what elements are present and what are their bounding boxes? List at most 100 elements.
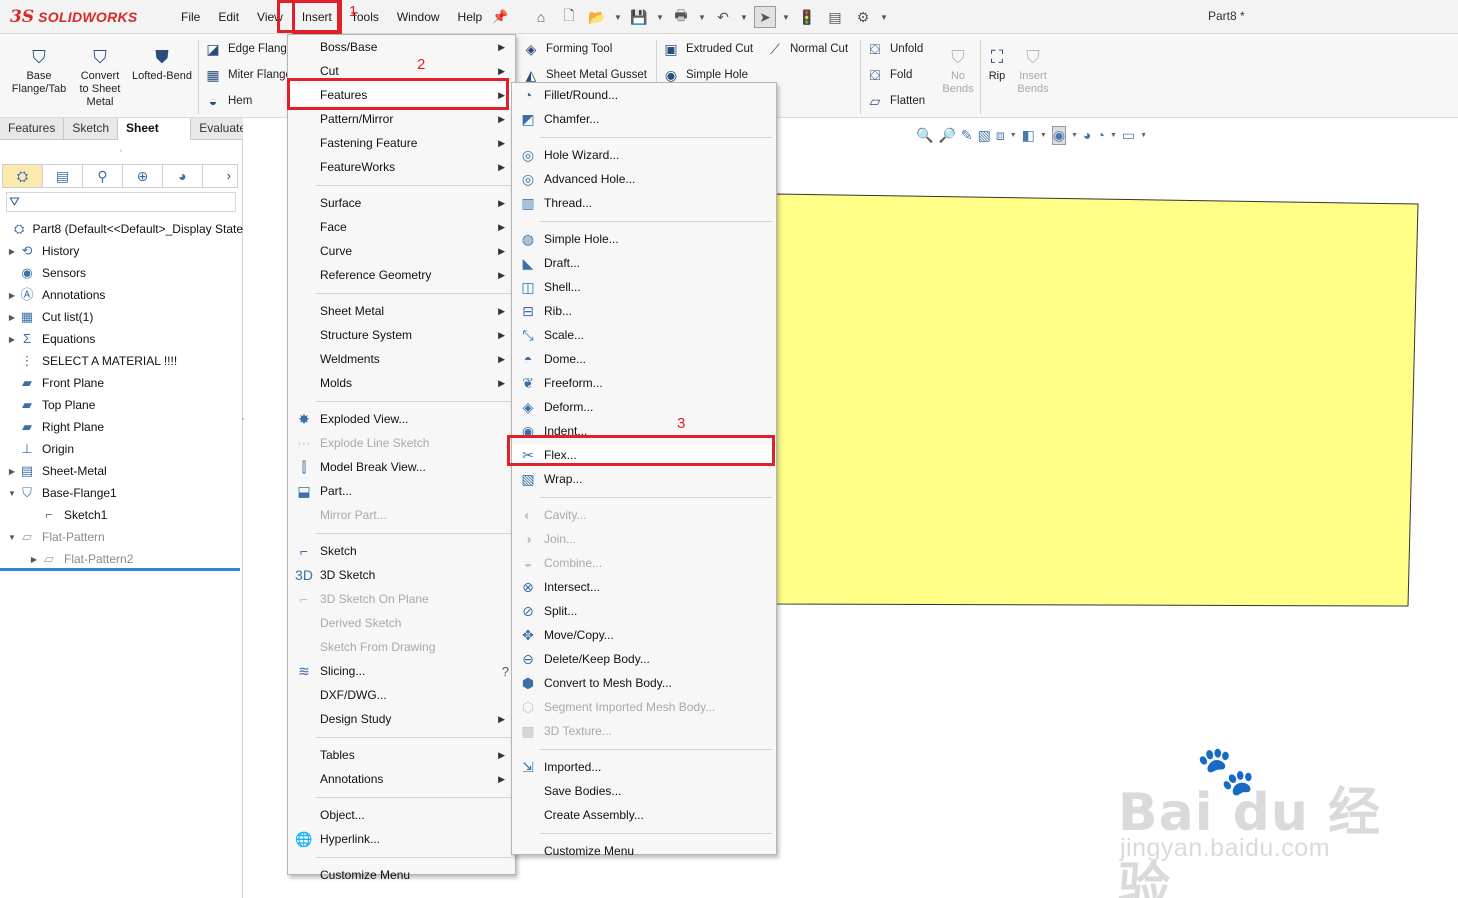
file-properties-icon[interactable]: ▤ [824,6,846,28]
menu-item[interactable]: ▧ Wrap... [512,468,776,490]
view-settings-icon[interactable]: ▭ [1122,127,1135,144]
tree-node[interactable]: ▰ Right Plane [0,416,243,438]
menu-item[interactable]: ⬢ Convert to Mesh Body... [512,672,776,694]
chevron-down-icon[interactable]: ▼ [1140,132,1147,139]
menu-item[interactable]: ⊖ Delete/Keep Body... [512,648,776,670]
menu-file[interactable]: File [172,0,209,34]
feature-manager-tab-icon[interactable]: ⛭ [3,165,43,187]
dimxpert-manager-tab-icon[interactable]: ⊕ [123,165,163,187]
menu-item[interactable]: ≋ Slicing...? [288,660,515,682]
menu-item[interactable]: Sketch From Drawing [288,636,515,658]
select-cursor-icon[interactable]: ➤ [754,6,776,28]
menu-item[interactable]: Boss/Base ▶ [288,36,515,58]
tree-node[interactable]: ⊥ Origin [0,438,243,460]
help-icon[interactable]: ? [502,664,509,679]
insert-bends-button[interactable]: ⛉ Insert Bends [1012,46,1054,96]
chevron-down-icon[interactable]: ▼ [782,13,790,22]
extruded-cut-button[interactable]: ▣ Extruded Cut [662,40,753,58]
tree-node[interactable]: ◉ Sensors [0,262,243,284]
menu-item[interactable]: Weldments ▶ [288,348,515,370]
display-manager-tab-icon[interactable]: ◕ [163,165,203,187]
configuration-manager-tab-icon[interactable]: ⚲ [83,165,123,187]
menu-item[interactable]: Curve ▶ [288,240,515,262]
chevron-down-icon[interactable]: ▼ [698,13,706,22]
menu-item[interactable]: ⤡ Scale... [512,324,776,346]
chevron-down-icon[interactable]: ▼ [656,13,664,22]
tree-node[interactable]: ▶ Ⓐ Annotations [0,284,243,306]
hem-button[interactable]: ◒ Hem [204,92,253,110]
menu-item[interactable]: ⬓ Part... [288,480,515,502]
property-manager-tab-icon[interactable]: ▤ [43,165,83,187]
menu-item[interactable]: ⌐ Sketch [288,540,515,562]
options-gear-icon[interactable]: ⚙ [852,6,874,28]
menu-item[interactable]: Pattern/Mirror ▶ [288,108,515,130]
menu-item[interactable]: ⌐ 3D Sketch On Plane [288,588,515,610]
menu-item[interactable]: Fastening Feature ▶ [288,132,515,154]
lofted-bend-button[interactable]: ⛊ Lofted-Bend [128,46,196,83]
chevron-down-icon[interactable]: ▼ [1010,132,1017,139]
menu-item[interactable]: ⇲ Imported... [512,756,776,778]
print-icon[interactable]: 🖶 [670,6,692,28]
expand-arrow-icon[interactable]: ▶ [6,467,18,476]
menu-item[interactable]: ⊘ Split... [512,600,776,622]
menu-item[interactable]: ◓ Dome... [512,348,776,370]
chevron-down-icon[interactable]: ▼ [614,13,622,22]
menu-item[interactable]: Mirror Part... [288,504,515,526]
base-flange-button[interactable]: ⛉ Base Flange/Tab [8,46,70,96]
convert-to-sheet-metal-button[interactable]: ⛉ Convert to Sheet Metal [72,46,128,109]
menu-item[interactable]: Face ▶ [288,216,515,238]
menu-edit[interactable]: Edit [209,0,248,34]
chevron-down-icon[interactable]: ▼ [1071,132,1078,139]
menu-item[interactable]: ◎ Hole Wizard... [512,144,776,166]
menu-item[interactable]: ◍ Simple Hole... [512,228,776,250]
menu-item[interactable]: ◐ Cavity... [512,504,776,526]
tree-node[interactable]: ▶ ⟲ History [0,240,243,262]
unfold-button[interactable]: ⛋ Unfold [866,40,924,58]
menu-item[interactable]: ⋯ Explode Line Sketch [288,432,515,454]
menu-item[interactable]: DXF/DWG... [288,684,515,706]
normal-cut-button[interactable]: ⟋ Normal Cut [766,40,848,58]
chevron-down-icon[interactable]: ▼ [1040,132,1047,139]
menu-item[interactable]: ⬡ Segment Imported Mesh Body... [512,696,776,718]
view-orientation-icon[interactable]: ⧈ [996,127,1005,144]
edge-flange-button[interactable]: ◪ Edge Flange [204,40,293,58]
menu-window[interactable]: Window [388,0,449,34]
section-view-icon[interactable]: ▧ [978,127,991,144]
menu-item[interactable]: ⫿ Model Break View... [288,456,515,478]
undo-icon[interactable]: ↶ [712,6,734,28]
chevron-down-icon[interactable]: ▼ [740,13,748,22]
tree-node[interactable]: ▼ ▱ Flat-Pattern [0,526,243,548]
tree-node[interactable]: ▶ ▦ Cut list(1) [0,306,243,328]
expand-arrow-icon[interactable]: ▶ [28,555,40,564]
menu-item[interactable]: Sheet Metal ▶ [288,300,515,322]
menu-item[interactable]: Save Bodies... [512,780,776,802]
menu-item[interactable]: ◎ Advanced Hole... [512,168,776,190]
menu-item[interactable]: Annotations ▶ [288,768,515,790]
tree-node[interactable]: ⋮ SELECT A MATERIAL !!!! [0,350,243,372]
menu-item[interactable]: ▩ 3D Texture... [512,720,776,742]
fold-button[interactable]: ⛋ Fold [866,66,913,84]
home-icon[interactable]: ⌂ [530,6,552,28]
menu-item[interactable]: Molds ▶ [288,372,515,394]
chevron-down-icon[interactable]: ▼ [880,13,888,22]
tree-node[interactable]: ▼ ⛉ Base-Flange1 [0,482,243,504]
open-folder-icon[interactable]: 📂 [586,6,608,28]
menu-item[interactable]: ▥ Thread... [512,192,776,214]
pin-icon[interactable]: 📌 [492,9,508,25]
no-bends-button[interactable]: ⛉ No Bends [938,46,978,96]
menu-item[interactable]: Design Study ▶ [288,708,515,730]
panel-grip[interactable]: ◦ [0,140,242,162]
menu-item[interactable]: FeatureWorks ▶ [288,156,515,178]
menu-item[interactable]: ◒ Combine... [512,552,776,574]
rip-button[interactable]: ⛶ Rip [982,46,1012,83]
forming-tool-button[interactable]: ◈ Forming Tool [522,40,613,58]
menu-item[interactable]: ◫ Shell... [512,276,776,298]
panel-resize-handle[interactable]: ◦ [241,414,249,428]
menu-item[interactable]: Surface ▶ [288,192,515,214]
tree-node[interactable]: ⌐ Sketch1 [0,504,243,526]
zoom-area-icon[interactable]: 🔎 [938,127,955,144]
menu-item[interactable]: Tables ▶ [288,744,515,766]
menu-item[interactable]: Create Assembly... [512,804,776,826]
tree-node[interactable]: ⛭ Part8 (Default<<Default>_Display State [0,218,243,240]
collapse-arrow-icon[interactable]: ▼ [6,533,18,542]
